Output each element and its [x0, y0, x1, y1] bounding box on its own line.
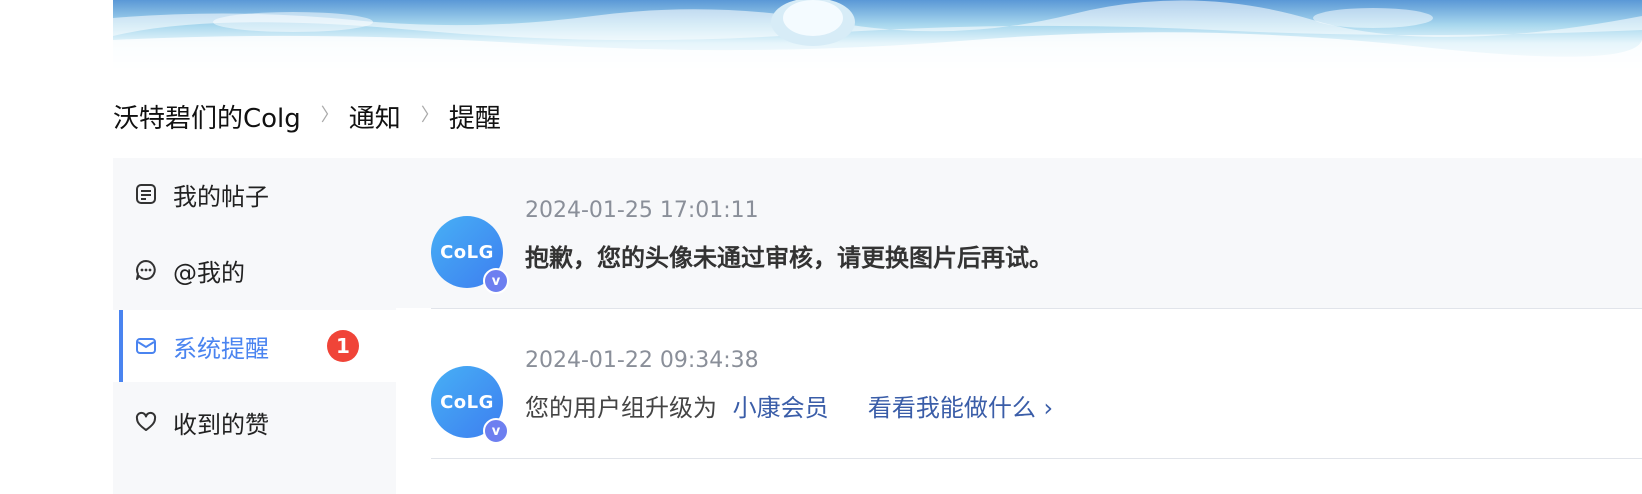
- breadcrumb: 沃特碧们的Colg 〉 通知 〉 提醒: [113, 96, 501, 136]
- notice-list: CoLG v 2024-01-25 17:01:11 抱歉，您的头像未通过审核，…: [396, 158, 1642, 494]
- sidebar-item-my-posts[interactable]: 我的帖子: [113, 158, 396, 230]
- post-icon: [133, 181, 159, 207]
- sidebar-item-label: 收到的赞: [173, 410, 269, 439]
- breadcrumb-home[interactable]: 沃特碧们的Colg: [113, 98, 301, 135]
- sidebar: 我的帖子 @我的 系统提醒 1 收到的赞: [113, 158, 396, 494]
- user-group-link[interactable]: 小康会员: [733, 394, 829, 422]
- mail-icon: [133, 333, 159, 359]
- sidebar-item-label: 我的帖子: [173, 182, 269, 211]
- sidebar-item-mentions[interactable]: @我的: [113, 234, 396, 306]
- sidebar-item-label: @我的: [173, 258, 245, 287]
- notice-message: 您的用户组升级为 小康会员 看看我能做什么 ›: [525, 388, 1053, 423]
- notice-item: CoLG v 2024-01-25 17:01:11 抱歉，您的头像未通过审核，…: [396, 158, 1642, 309]
- header-banner: [113, 0, 1642, 72]
- sidebar-item-system-reminders[interactable]: 系统提醒 1: [113, 310, 396, 382]
- breadcrumb-current: 提醒: [448, 103, 501, 134]
- sidebar-item-label: 系统提醒: [173, 334, 269, 363]
- breadcrumb-separator: 〉: [320, 105, 339, 126]
- verified-icon: v: [483, 268, 509, 294]
- notice-time: 2024-01-22 09:34:38: [525, 348, 759, 373]
- colg-logo: CoLG: [440, 391, 494, 413]
- verified-icon: v: [483, 418, 509, 444]
- sidebar-item-likes[interactable]: 收到的赞: [113, 386, 396, 458]
- notice-message: 抱歉，您的头像未通过审核，请更换图片后再试。: [525, 244, 1053, 272]
- view-permissions-link[interactable]: 看看我能做什么 ›: [868, 394, 1053, 422]
- heart-icon: [133, 409, 159, 435]
- breadcrumb-separator: 〉: [420, 105, 439, 126]
- breadcrumb-notifications[interactable]: 通知: [349, 98, 401, 135]
- colg-logo: CoLG: [440, 241, 494, 263]
- notice-message-prefix: 您的用户组升级为: [525, 394, 717, 422]
- unread-badge: 1: [327, 330, 359, 362]
- notice-time: 2024-01-25 17:01:11: [525, 198, 759, 223]
- notice-item: CoLG v 2024-01-22 09:34:38 您的用户组升级为 小康会员…: [431, 308, 1642, 459]
- mention-icon: [133, 257, 159, 283]
